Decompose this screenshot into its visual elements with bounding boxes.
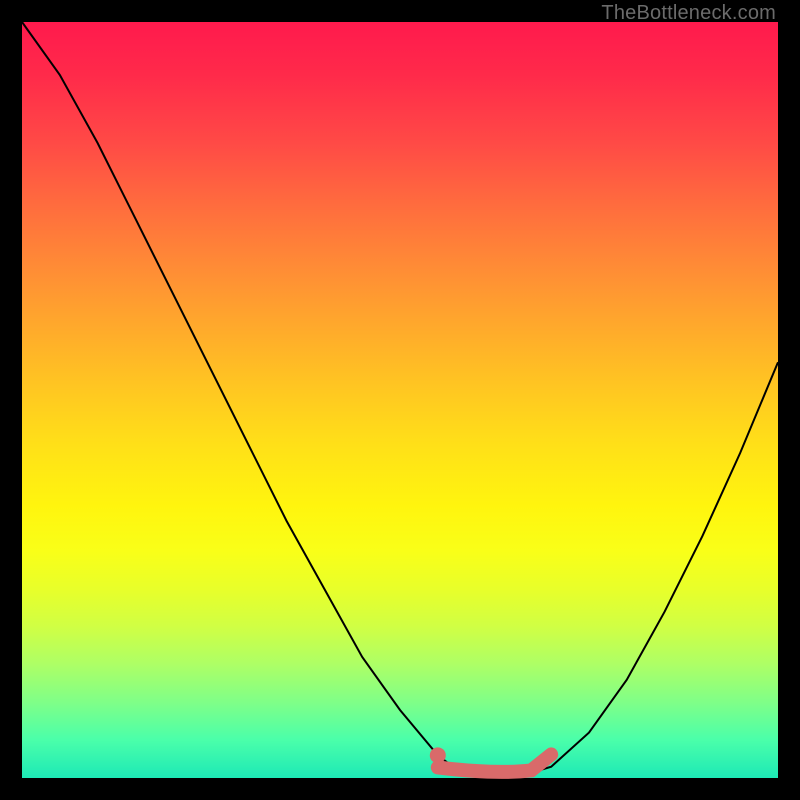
chart-svg xyxy=(22,22,778,778)
bottleneck-curve xyxy=(22,22,778,777)
optimal-range-marker xyxy=(438,754,551,771)
chart-plot-area xyxy=(22,22,778,778)
selected-point-marker xyxy=(430,747,446,763)
watermark-text: TheBottleneck.com xyxy=(601,2,776,25)
